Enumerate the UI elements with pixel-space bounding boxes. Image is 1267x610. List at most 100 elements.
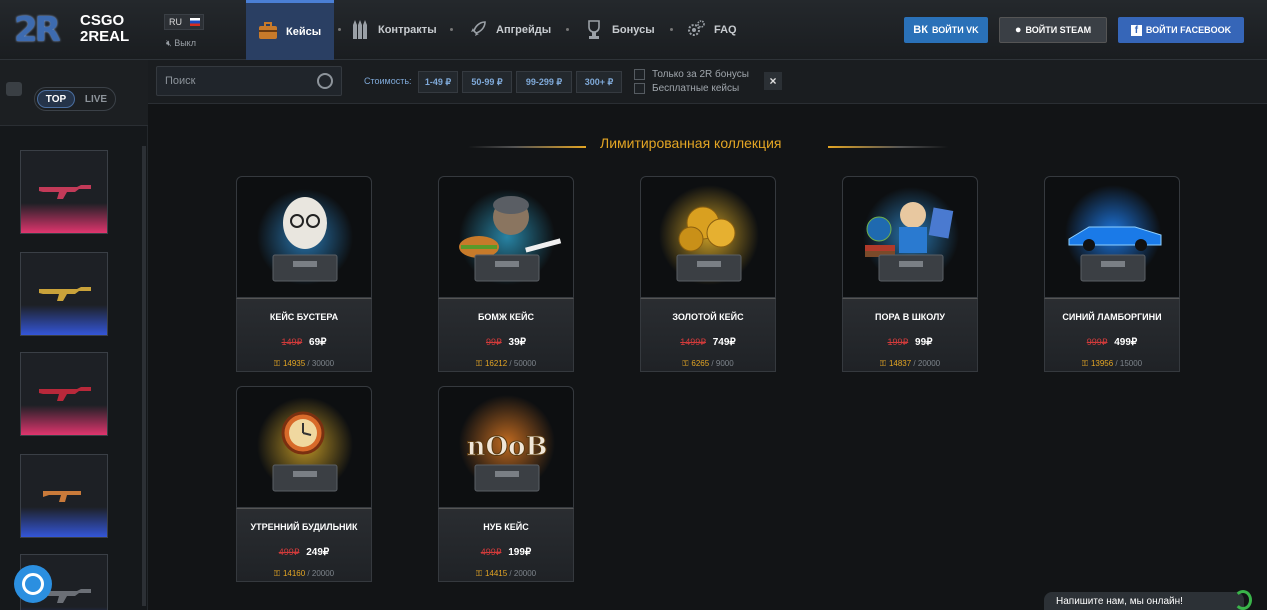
logo-text-line-2: 2REAL xyxy=(80,28,130,45)
nav-upgrades[interactable]: Апгрейды xyxy=(468,0,551,60)
search-box xyxy=(156,66,342,96)
booster-case-image xyxy=(257,189,353,285)
key-icon: ⚿ xyxy=(682,359,689,368)
current-price: 199₽ xyxy=(508,547,532,558)
price-filter-50-99[interactable]: 50-99 ₽ xyxy=(462,71,512,93)
tab-live[interactable]: LIVE xyxy=(77,90,115,108)
case-card[interactable]: КЕЙС БУСТЕРА 149₽ 69₽ ⚿ 14935 / 30000 xyxy=(236,176,372,372)
case-image-frame xyxy=(438,176,574,298)
case-name: ПОРА В ШКОЛУ xyxy=(875,312,945,322)
nav-bonuses[interactable]: Бонусы xyxy=(584,0,655,60)
case-card[interactable]: ЗОЛОТОЙ КЕЙС 1499₽ 749₽ ⚿ 6265 / 9000 xyxy=(640,176,776,372)
price-filter-1-49[interactable]: 1-49 ₽ xyxy=(418,71,458,93)
current-price: 749₽ xyxy=(712,337,736,348)
checkbox-bonus-only[interactable]: Только за 2R бонусы xyxy=(634,69,754,81)
old-price: 99₽ xyxy=(485,337,502,347)
case-price: 999₽ 499₽ xyxy=(1044,337,1180,348)
drop-item[interactable] xyxy=(20,150,108,234)
drops-icon xyxy=(6,82,22,96)
bullets-icon xyxy=(350,19,370,41)
rarity-glow xyxy=(21,507,107,537)
case-limit-counter: ⚿ 14160 / 20000 xyxy=(273,569,335,578)
case-card[interactable]: УТРЕННИЙ БУДИЛЬНИК 499₽ 249₽ ⚿ 14160 / 20… xyxy=(236,386,372,582)
close-icon[interactable]: × xyxy=(764,72,782,90)
rocket-icon xyxy=(468,19,488,41)
gold-case-image xyxy=(659,185,759,285)
case-price: 199₽ 99₽ xyxy=(842,337,978,348)
support-lifebuoy-button[interactable] xyxy=(14,565,52,603)
language-label: RU xyxy=(169,17,182,27)
login-facebook-button[interactable]: f ВОЙТИ FACEBOOK xyxy=(1118,17,1244,43)
nav-faq[interactable]: FAQ xyxy=(686,0,737,60)
nav-cases-label: Кейсы xyxy=(286,25,322,38)
nav-faq-label: FAQ xyxy=(714,24,737,36)
current-price: 249₽ xyxy=(306,547,330,558)
drop-item[interactable] xyxy=(20,252,108,336)
case-icon xyxy=(258,21,278,43)
case-price: 499₽ 199₽ xyxy=(438,547,574,558)
tab-top[interactable]: TOP xyxy=(37,90,75,108)
chat-widget[interactable]: Напишите нам, мы онлайн! xyxy=(1044,592,1244,610)
search-icon[interactable] xyxy=(317,73,333,89)
homeless-case-image xyxy=(459,189,562,285)
checkbox-free[interactable]: Бесплатные кейсы xyxy=(634,83,754,95)
filter-bar: Стоимость: 1-49 ₽ 50-99 ₽ 99-299 ₽ 300+ … xyxy=(148,60,1267,104)
logo-text-line-1: CSGO xyxy=(80,12,125,29)
case-card[interactable]: БОМЖ КЕЙС 99₽ 39₽ ⚿ 16212 / 50000 xyxy=(438,176,574,372)
opened-count: 14415 xyxy=(484,569,508,578)
title-decoration-left xyxy=(468,146,586,148)
smg-icon xyxy=(43,491,81,502)
case-limit-counter: ⚿ 6265 / 9000 xyxy=(682,359,734,368)
russia-flag-icon xyxy=(190,18,200,26)
header: 2R CSGO 2REAL RU 🔇︎ Выкл Кейсы Контракты xyxy=(0,0,1267,60)
price-filter-99-299[interactable]: 99-299 ₽ xyxy=(516,71,572,93)
trophy-icon xyxy=(584,19,604,41)
nav-contracts[interactable]: Контракты xyxy=(350,0,437,60)
drop-item[interactable] xyxy=(20,454,108,538)
login-vk-button[interactable]: ВК ВОЙТИ VK xyxy=(904,17,988,43)
live-drops-sidebar: TOP LIVE xyxy=(0,60,148,610)
search-input[interactable] xyxy=(165,72,305,90)
sound-label: Выкл xyxy=(174,38,196,48)
lifebuoy-icon xyxy=(22,573,44,595)
case-card[interactable]: СИНИЙ ЛАМБОРГИНИ 999₽ 499₽ ⚿ 13956 / 1500… xyxy=(1044,176,1180,372)
rifle-icon xyxy=(39,387,91,401)
checkbox-box[interactable] xyxy=(634,83,645,94)
rifle-icon xyxy=(39,185,91,199)
opened-count: 6265 xyxy=(691,359,710,368)
key-icon: ⚿ xyxy=(475,359,482,368)
current-price: 99₽ xyxy=(915,337,933,348)
sidebar-header: TOP LIVE xyxy=(0,60,148,126)
case-name: УТРЕННИЙ БУДИЛЬНИК xyxy=(250,522,358,532)
price-filter-300-plus[interactable]: 300+ ₽ xyxy=(576,71,622,93)
opened-count: 14160 xyxy=(282,569,306,578)
chat-label: Напишите нам, мы онлайн! xyxy=(1056,596,1183,607)
case-card[interactable]: ПОРА В ШКОЛУ 199₽ 99₽ ⚿ 14837 / 20000 xyxy=(842,176,978,372)
back-to-school-case-image xyxy=(863,187,959,283)
chat-online-indicator xyxy=(1234,590,1252,610)
key-icon: ⚿ xyxy=(475,569,482,578)
nav-cases[interactable]: Кейсы xyxy=(246,0,334,60)
sidebar-scrollbar[interactable] xyxy=(142,146,146,606)
logo-text: CSGO 2REAL xyxy=(80,13,150,45)
case-image-frame xyxy=(1044,176,1180,298)
steam-icon: ● xyxy=(1014,24,1022,36)
case-image-frame: nOoB xyxy=(438,386,574,508)
nav-upgrades-label: Апгрейды xyxy=(496,24,552,36)
noob-art-text: nOoB xyxy=(467,432,548,462)
case-price: 99₽ 39₽ xyxy=(438,337,574,348)
login-steam-label: ВОЙТИ STEAM xyxy=(1025,25,1092,35)
login-steam-button[interactable]: ● ВОЙТИ STEAM xyxy=(999,17,1107,43)
drop-item[interactable] xyxy=(20,352,108,436)
rarity-glow xyxy=(21,305,107,335)
case-card[interactable]: nOoB НУБ КЕЙС 499₽ 199₽ ⚿ 14415 / 20000 xyxy=(438,386,574,582)
language-selector[interactable]: RU xyxy=(164,14,204,30)
opened-count: 16212 xyxy=(484,359,508,368)
old-price: 149₽ xyxy=(281,337,303,347)
site-logo[interactable]: 2R CSGO 2REAL xyxy=(14,8,154,52)
case-limit-counter: ⚿ 16212 / 50000 xyxy=(475,359,537,368)
sound-toggle[interactable]: 🔇︎ Выкл xyxy=(166,38,196,49)
case-name: НУБ КЕЙС xyxy=(483,522,529,532)
key-icon: ⚿ xyxy=(273,359,280,368)
checkbox-box[interactable] xyxy=(634,69,645,80)
